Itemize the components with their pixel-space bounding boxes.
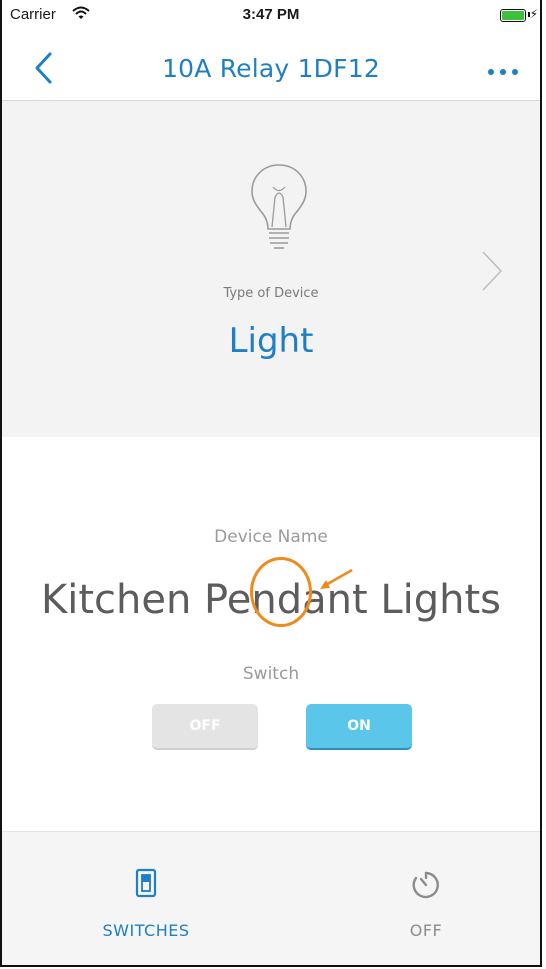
switch-label: Switch [242,664,300,684]
switch-on-button[interactable]: ON [306,704,412,750]
timer-icon [412,871,439,899]
lightbulb-icon [251,164,307,249]
app-screen: Carrier 3:47 PM ⚡ 10A Relay 1DF12 Type o… [0,0,542,967]
tab-timer[interactable]: OFF [326,832,526,952]
page-title: 10A Relay 1DF12 [162,54,380,83]
tab-switches[interactable]: SWITCHES [46,832,246,952]
clock: 3:47 PM [242,6,300,23]
device-type-value: Light [228,321,314,361]
annotation-circle [250,557,312,627]
tab-bar: SWITCHES OFF [2,831,540,965]
device-type-selector[interactable]: Type of Device Light [2,101,540,437]
device-name-label: Device Name [214,527,328,547]
device-type-label: Type of Device [223,286,319,301]
battery-icon [500,9,526,22]
navigation-bar: 10A Relay 1DF12 [2,30,540,101]
switch-icon [135,868,157,898]
more-horizontal-icon[interactable] [482,60,522,80]
chevron-right-icon[interactable] [480,249,504,293]
switch-off-button[interactable]: OFF [152,704,258,750]
annotation-arrow-icon [320,568,353,589]
status-bar: Carrier 3:47 PM ⚡ [2,0,540,30]
tab-switches-label: SWITCHES [102,921,190,940]
charging-icon: ⚡ [529,7,538,21]
tab-timer-label: OFF [409,921,443,940]
